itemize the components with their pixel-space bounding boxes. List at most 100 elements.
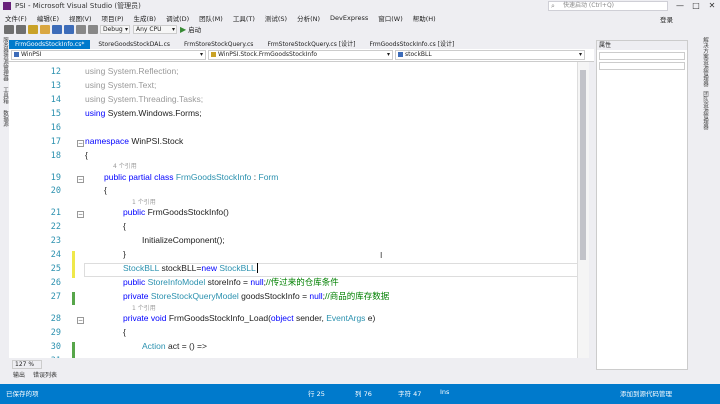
editor-status-strip: 127 % (9, 358, 594, 370)
line-number: 24 (50, 250, 61, 260)
line-number: 13 (50, 81, 61, 91)
code-line: using System.Text; (85, 80, 157, 90)
close-button[interactable]: ✕ (704, 0, 720, 12)
codelens-reference[interactable]: 4 个引用 (113, 162, 137, 171)
open-folder-icon[interactable] (40, 24, 50, 34)
menu-tools[interactable]: 工具(T) (228, 13, 260, 23)
csharp-project-icon (14, 52, 19, 57)
menu-bar: 文件(F) 编辑(E) 视图(V) 项目(P) 生成(B) 调试(D) 团队(M… (0, 12, 720, 23)
minimize-button[interactable]: — (672, 0, 688, 12)
code-line: StockBLL stockBLL=new StockBLL (123, 263, 258, 273)
new-project-icon[interactable] (28, 24, 38, 34)
line-number: 19 (50, 173, 61, 183)
code-line: { (123, 327, 126, 337)
menu-build[interactable]: 生成(B) (129, 13, 162, 23)
start-play-icon[interactable]: ▶ (180, 25, 186, 34)
quick-launch-input[interactable]: ⌕ 快速启动 (Ctrl+Q) (548, 1, 668, 11)
menu-window[interactable]: 窗口(W) (373, 13, 408, 23)
code-line: namespace WinPSI.Stock (85, 136, 184, 146)
save-icon[interactable] (52, 24, 62, 34)
platform-dropdown[interactable]: Any CPU (133, 24, 177, 34)
status-column: 列 76 (355, 390, 372, 398)
mouse-ibeam-icon: I (380, 251, 383, 260)
status-bar: 已保存的项 行 25 列 76 字符 47 Ins 添加到源代码管理 (0, 384, 720, 404)
status-insert-mode: Ins (440, 388, 450, 396)
tab-frmstorestockquery-design[interactable]: FrmStoreStockQuery.cs [设计] (261, 40, 361, 49)
add-to-source-control-button[interactable]: 添加到源代码管理 (620, 388, 672, 398)
line-number: 15 (50, 109, 61, 119)
tab-frmstorestockquery-cs[interactable]: FrmStoreStockQuery.cs (178, 40, 259, 49)
tab-storegoodsstockdal-cs[interactable]: StoreGoodsStockDAL.cs (92, 40, 176, 49)
toolbox-tab[interactable]: 工具箱 (1, 87, 9, 104)
menu-team[interactable]: 团队(M) (194, 13, 228, 23)
search-icon: ⌕ (551, 2, 555, 10)
scrollbar-thumb[interactable] (580, 70, 586, 260)
menu-help[interactable]: 帮助(H) (408, 13, 441, 23)
menu-file[interactable]: 文件(F) (0, 13, 32, 23)
right-tool-strip: 解决方案资源管理器 团队资源管理器 (690, 35, 720, 370)
forward-icon[interactable] (16, 24, 26, 34)
team-explorer-tab[interactable]: 团队资源管理器 (701, 91, 709, 130)
undo-icon[interactable] (76, 24, 86, 34)
tab-frmgoodsstockinfo-design[interactable]: FrmGoodsStockInfo.cs [设计] (363, 40, 460, 49)
toolbar: Debug Any CPU ▶ 启动 (0, 23, 720, 35)
line-number: 29 (50, 328, 61, 338)
unsaved-change-marker (72, 251, 75, 278)
line-number: 22 (50, 222, 61, 232)
properties-title: 属性 (597, 41, 687, 50)
collapse-method-icon[interactable]: − (77, 317, 84, 324)
line-number: 16 (50, 123, 61, 133)
data-sources-tab[interactable]: 数据源 (1, 110, 9, 127)
line-number: 23 (50, 236, 61, 246)
code-line: { (104, 185, 107, 195)
menu-devexpress[interactable]: DevExpress (325, 14, 373, 22)
tab-frmgoodsstockinfo-cs[interactable]: FrmGoodsStockInfo.cs* (9, 40, 91, 49)
start-button[interactable]: 启动 (188, 24, 201, 34)
class-dropdown[interactable]: WinPSI.Stock.FrmGoodsStockInfo (208, 50, 393, 60)
menu-analyze[interactable]: 分析(N) (292, 13, 325, 23)
zoom-dropdown[interactable]: 127 % (12, 359, 42, 369)
saved-change-marker (72, 342, 75, 358)
output-tab[interactable]: 输出 (13, 370, 25, 379)
title-bar: PSI - Microsoft Visual Studio (管理员) ⌕ 快速启… (0, 0, 720, 12)
server-explorer-tab[interactable]: 服务器资源管理器 (1, 37, 9, 81)
class-icon (211, 52, 216, 57)
error-list-tab[interactable]: 错误列表 (33, 370, 57, 379)
code-line: using System.Windows.Forms; (85, 108, 202, 118)
menu-test[interactable]: 测试(S) (260, 13, 292, 23)
field-icon (398, 52, 403, 57)
redo-icon[interactable] (88, 24, 98, 34)
bottom-panel-tabs: 输出 错误列表 (9, 370, 594, 379)
code-line: Action act = () => (142, 341, 207, 351)
line-number: 14 (50, 95, 61, 105)
menu-edit[interactable]: 编辑(E) (32, 13, 64, 23)
menu-project[interactable]: 项目(P) (97, 13, 129, 23)
collapse-class-icon[interactable]: − (77, 176, 84, 183)
save-all-icon[interactable] (64, 24, 74, 34)
properties-toolbar (599, 62, 685, 70)
collapse-namespace-icon[interactable]: − (77, 140, 84, 147)
maximize-button[interactable]: □ (688, 0, 704, 12)
back-icon[interactable] (4, 24, 14, 34)
collapse-constructor-icon[interactable]: − (77, 211, 84, 218)
properties-object-selector[interactable] (599, 52, 685, 60)
window-title: PSI - Microsoft Visual Studio (管理员) (15, 2, 141, 10)
vs-logo-icon (3, 2, 11, 10)
code-editor[interactable]: 12 13 14 15 16 17 18 19 20 21 22 23 24 2… (9, 62, 586, 358)
menu-debug[interactable]: 调试(D) (161, 13, 194, 23)
navigation-bar: WinPSI WinPSI.Stock.FrmGoodsStockInfo st… (9, 49, 594, 62)
code-line: public StoreInfoModel storeInfo = null;/… (123, 277, 339, 287)
member-dropdown[interactable]: stockBLL (395, 50, 585, 60)
line-number: 26 (50, 278, 61, 288)
code-line: public FrmGoodsStockInfo() (123, 207, 229, 217)
line-number: 21 (50, 208, 61, 218)
project-dropdown[interactable]: WinPSI (11, 50, 206, 60)
code-line: using System.Threading.Tasks; (85, 94, 204, 104)
line-number: 18 (50, 151, 61, 161)
solution-explorer-tab[interactable]: 解决方案资源管理器 (701, 37, 709, 87)
line-number: 25 (50, 264, 61, 274)
code-line: { (85, 150, 88, 160)
menu-view[interactable]: 视图(V) (64, 13, 97, 23)
config-dropdown[interactable]: Debug (100, 24, 130, 34)
line-number: 17 (50, 137, 61, 147)
